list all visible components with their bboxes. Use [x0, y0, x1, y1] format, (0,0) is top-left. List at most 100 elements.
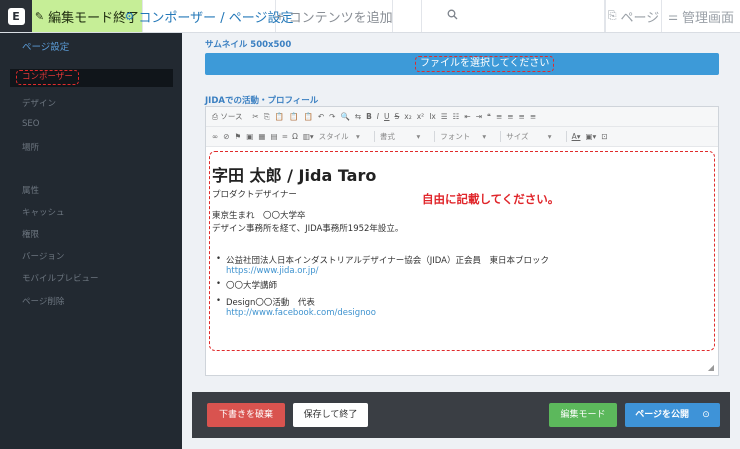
sidebar-item-composer[interactable]: コンポーザー	[10, 69, 173, 87]
logo-glyph: E	[7, 7, 25, 25]
profile-role: プロダクトデザイナー	[212, 190, 297, 200]
pencil-icon: ✎	[34, 9, 45, 23]
edit-mode-button[interactable]: 編集モード	[549, 403, 617, 427]
table-icon[interactable]: ▤	[270, 132, 277, 141]
sidebar-item-versions[interactable]: バージョン	[22, 250, 64, 262]
size-dropdown[interactable]: サイズ ▾	[506, 131, 567, 142]
size-label: サイズ	[506, 132, 529, 141]
copy-icon[interactable]: ⎘	[264, 112, 270, 122]
sliders-icon: ⚌	[668, 9, 678, 23]
admin-dashboard-button[interactable]: ⚌ 管理画面	[662, 0, 740, 32]
profile-label: JIDAでの活動・プロフィール	[205, 96, 319, 106]
insert-file-icon[interactable]: ▣	[246, 132, 253, 141]
strike-icon[interactable]: S	[395, 112, 400, 121]
special-char-icon[interactable]: Ω	[292, 132, 298, 141]
page-icon: ⎘	[607, 9, 617, 22]
widget-icon[interactable]: ▥▾	[303, 132, 314, 141]
align-right-icon[interactable]: ≡	[519, 112, 525, 121]
publish-page-label: ページを公開	[635, 410, 690, 420]
sidebar-item-location[interactable]: 場所	[22, 141, 39, 153]
undo-icon[interactable]: ↶	[318, 112, 324, 121]
style-dropdown[interactable]: スタイル ▾	[319, 131, 375, 142]
sidebar-item-cache[interactable]: キャッシュ	[22, 206, 65, 218]
discard-draft-button[interactable]: 下書きを破棄	[207, 403, 285, 427]
gear-icon: ⚙	[124, 9, 135, 23]
sidebar-item-seo[interactable]: SEO	[22, 119, 39, 129]
align-center-icon[interactable]: ≡	[507, 112, 513, 121]
page-settings-sidebar: ページ設定 コンポーザー デザイン SEO 場所 属性 キャッシュ 権限 バージ…	[0, 33, 182, 449]
blockquote-icon[interactable]: ❝	[487, 112, 491, 121]
paste-icon[interactable]: 📋	[275, 112, 284, 121]
sidebar-item-design[interactable]: デザイン	[22, 97, 56, 109]
paste-text-icon[interactable]: 📋	[289, 112, 298, 121]
bullet-icon: •	[216, 279, 222, 289]
remove-format-icon[interactable]: Ix	[429, 112, 436, 121]
jida-link[interactable]: https://www.jida.or.jp/	[226, 266, 549, 276]
page-menu-label: ページ	[620, 10, 660, 26]
redo-icon[interactable]: ↷	[329, 112, 335, 121]
text-color-icon[interactable]: A▾	[572, 132, 581, 141]
composer-page-settings-button[interactable]: ⚙ コンポーザー / ページ設定	[125, 0, 294, 32]
free-entry-hint: 自由に記載してください。	[422, 192, 560, 206]
select-file-button[interactable]: ファイルを選択してください	[205, 53, 719, 75]
add-contents-label: コンテンツを追加	[288, 10, 393, 26]
editable-content-area[interactable]: 字田 太郎 / Jida Taro プロダクトデザイナー 自由に記載してください…	[209, 151, 715, 351]
image-icon[interactable]: ▦	[258, 132, 265, 141]
replace-icon[interactable]: ⇆	[355, 112, 361, 121]
resize-handle-icon[interactable]: ◢	[708, 363, 714, 372]
profile-name: 字田 太郎 / Jida Taro	[212, 166, 377, 185]
numbered-list-icon[interactable]: ☰	[441, 112, 448, 121]
editor-toolbar-row-2: ∞ ⊘ ⚑ ▣ ▦ ▤ ═ Ω ▥▾ スタイル ▾ 書式 ▾ フォント ▾ サイ…	[206, 127, 718, 147]
list-item: • 公益社団法人日本インダストリアルデザイナー協会（JIDA）正会員 東日本ブロ…	[216, 254, 549, 276]
source-label: ソース	[220, 112, 243, 121]
list-item-text: 公益社団法人日本インダストリアルデザイナー協会（JIDA）正会員 東日本ブロック	[226, 256, 549, 266]
subscript-icon[interactable]: x₂	[404, 112, 411, 121]
composer-page-settings-label: コンポーザー / ページ設定	[138, 10, 294, 26]
rich-text-editor: ⎙ ソース ✂ ⎘ 📋 📋 📋 ↶ ↷ 🔍 ⇆ B I U S x₂ x² Ix…	[205, 106, 719, 376]
editor-toolbar-row-1: ⎙ ソース ✂ ⎘ 📋 📋 📋 ↶ ↷ 🔍 ⇆ B I U S x₂ x² Ix…	[206, 107, 718, 127]
facebook-link[interactable]: http://www.facebook.com/designoo	[226, 308, 549, 318]
page-menu-button[interactable]: ⎘ ページ	[605, 0, 662, 32]
source-button[interactable]: ⎙ ソース	[212, 111, 248, 122]
search-button[interactable]	[422, 0, 605, 32]
sidebar-title: ページ設定	[22, 42, 70, 53]
show-blocks-icon[interactable]: ⊡	[601, 132, 607, 141]
italic-icon[interactable]: I	[377, 112, 379, 121]
plus-icon: +	[275, 9, 285, 23]
toolbar-spacer	[393, 0, 422, 32]
underline-icon[interactable]: U	[384, 112, 390, 121]
save-and-exit-button[interactable]: 保存して終了	[293, 403, 368, 427]
app-logo[interactable]: E	[0, 0, 32, 32]
format-dropdown[interactable]: 書式 ▾	[379, 131, 436, 142]
anchor-icon[interactable]: ⚑	[235, 132, 242, 141]
sidebar-item-attributes[interactable]: 属性	[22, 184, 39, 196]
horizontal-line-icon[interactable]: ═	[283, 132, 288, 141]
sidebar-item-delete-page[interactable]: ページ削除	[22, 295, 64, 307]
format-label: 書式	[379, 132, 395, 141]
add-contents-button[interactable]: + コンテンツを追加	[275, 0, 393, 32]
find-icon[interactable]: 🔍	[340, 112, 349, 121]
align-left-icon[interactable]: ≡	[496, 112, 502, 121]
cut-icon[interactable]: ✂	[253, 112, 259, 121]
link-icon[interactable]: ∞	[212, 132, 218, 141]
sidebar-item-mobile-preview[interactable]: モバイルプレビュー	[22, 272, 99, 284]
bg-color-icon[interactable]: ▣▾	[585, 132, 596, 141]
profile-activity-list: • 公益社団法人日本インダストリアルデザイナー協会（JIDA）正会員 東日本ブロ…	[216, 254, 549, 321]
thumbnail-label: サムネイル 500x500	[205, 40, 292, 50]
superscript-icon[interactable]: x²	[417, 112, 424, 121]
sidebar-item-permissions[interactable]: 権限	[22, 228, 39, 240]
justify-icon[interactable]: ≡	[530, 112, 536, 121]
paste-word-icon[interactable]: 📋	[304, 112, 313, 121]
bullet-icon: •	[216, 296, 222, 306]
unlink-icon[interactable]: ⊘	[223, 132, 229, 141]
bullet-list-icon[interactable]: ☷	[453, 112, 460, 121]
indent-icon[interactable]: ⇥	[476, 112, 482, 121]
list-item-text: 〇〇大学講師	[226, 281, 278, 291]
font-label: フォント	[440, 132, 471, 141]
font-dropdown[interactable]: フォント ▾	[440, 131, 502, 142]
outdent-icon[interactable]: ⇤	[464, 112, 470, 121]
publish-page-button[interactable]: ページを公開 ⊙	[625, 403, 720, 427]
style-label: スタイル	[318, 132, 349, 141]
bold-icon[interactable]: B	[366, 112, 372, 121]
admin-dashboard-label: 管理画面	[681, 10, 734, 26]
